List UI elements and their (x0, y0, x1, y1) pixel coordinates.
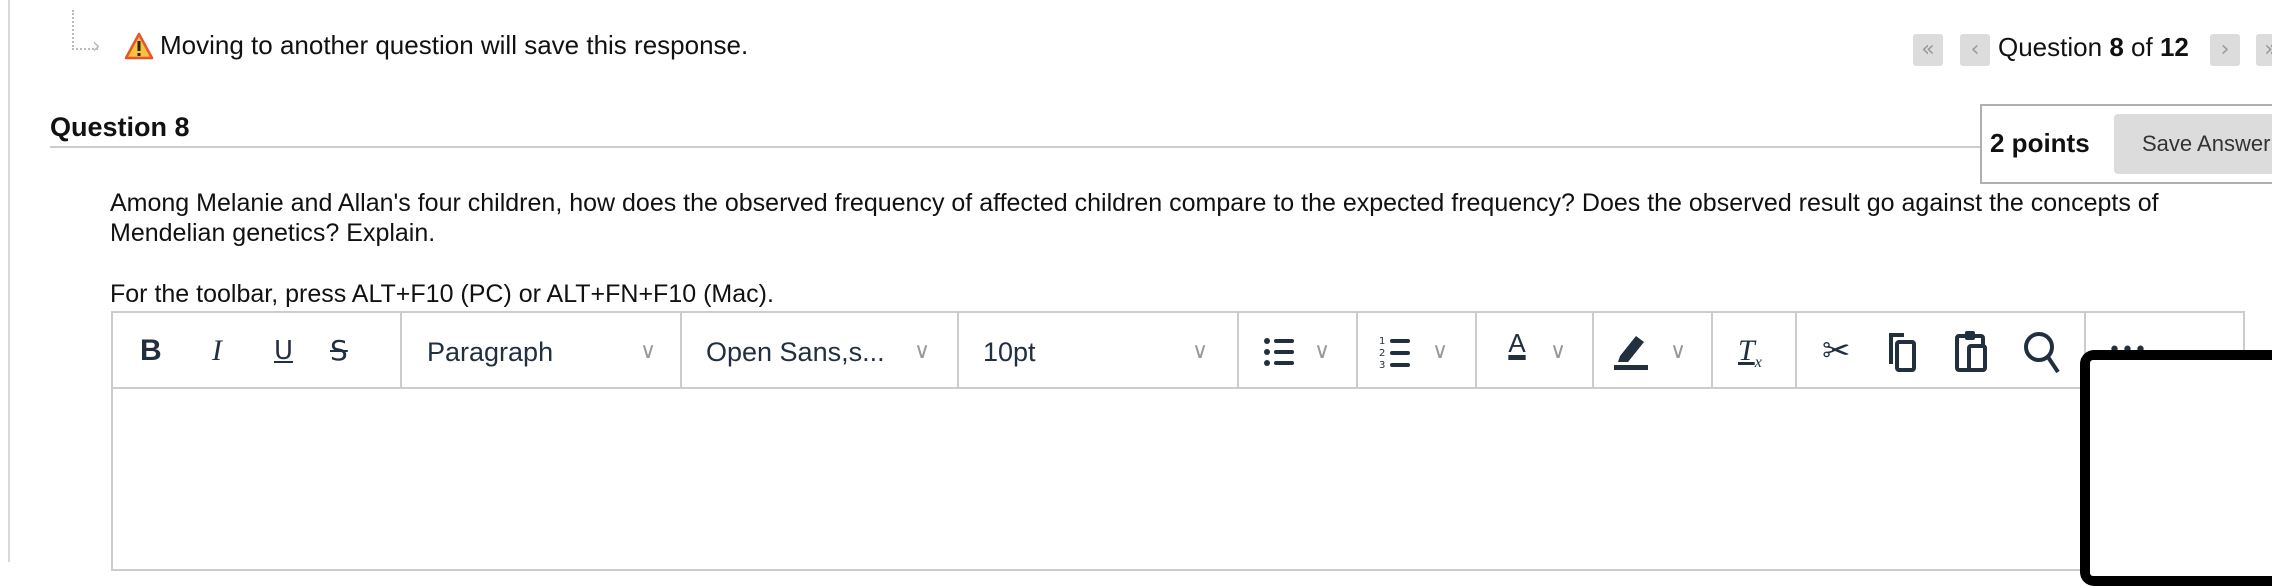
numbered-list-icon[interactable]: 123 (1378, 334, 1414, 370)
connector-arrowhead-icon: › (92, 34, 101, 59)
question-points: 2 points (1990, 128, 2090, 158)
block-format-dropdown[interactable]: Paragraph (427, 332, 553, 372)
svg-text:2: 2 (1379, 348, 1385, 359)
question-counter: Question 8 of 12 (1998, 32, 2189, 63)
toolbar-separator (1711, 313, 1713, 389)
toolbar-separator (1592, 313, 1594, 389)
next-question-button[interactable]: › (2210, 34, 2240, 66)
question-title: Question 8 (50, 112, 190, 142)
warning-icon (124, 32, 154, 60)
underline-button[interactable]: U (274, 326, 293, 376)
screenshot-thumbnail-preview (2090, 360, 2272, 576)
cut-icon[interactable]: ✂ (1822, 326, 1851, 376)
chevron-down-icon[interactable]: ∨ (1314, 332, 1330, 372)
clear-formatting-button[interactable]: Tx (1738, 326, 1762, 388)
chevron-down-icon[interactable]: ∨ (1432, 332, 1448, 372)
title-divider (50, 146, 1982, 148)
screenshot-thumbnail[interactable] (2080, 350, 2272, 586)
paste-icon[interactable] (1955, 328, 1989, 372)
highlighter-icon[interactable] (1612, 330, 1650, 370)
chevron-down-icon[interactable]: ∨ (1550, 332, 1566, 372)
toolbar-separator (680, 313, 682, 389)
text-color-button[interactable]: A (1500, 328, 1534, 359)
toolbar-separator (1356, 313, 1358, 389)
italic-button[interactable]: I (212, 326, 222, 376)
question-text: Among Melanie and Allan's four children,… (110, 189, 2159, 247)
toolbar-separator (400, 313, 402, 389)
font-size-dropdown[interactable]: 10pt (983, 332, 1036, 372)
counter-current: 8 (2109, 32, 2124, 62)
counter-of: of (2131, 32, 2153, 62)
chevron-down-icon[interactable]: ∨ (1670, 332, 1686, 372)
svg-text:1: 1 (1379, 336, 1385, 347)
chevron-down-icon: ∨ (914, 339, 931, 364)
bullet-list-icon[interactable] (1262, 334, 1298, 370)
last-question-button[interactable]: » (2256, 34, 2272, 66)
toolbar-hint: For the toolbar, press ALT+F10 (PC) or A… (110, 280, 774, 308)
save-answer-button[interactable]: Save Answer (2114, 114, 2272, 174)
save-notice: Moving to another question will save thi… (160, 30, 749, 60)
search-icon[interactable] (2022, 330, 2062, 374)
strikethrough-button[interactable]: S (330, 326, 348, 376)
chevron-down-icon: ∨ (1192, 339, 1209, 364)
counter-prefix: Question (1998, 32, 2103, 62)
toolbar-separator (1475, 313, 1477, 389)
first-question-button[interactable]: « (1913, 34, 1943, 66)
counter-total: 12 (2159, 32, 2189, 62)
toolbar-separator (957, 313, 959, 389)
page-left-border (8, 0, 10, 562)
chevron-down-icon: ∨ (640, 339, 657, 364)
copy-icon[interactable] (1888, 332, 1918, 372)
toolbar-separator (1237, 313, 1239, 389)
bold-button[interactable]: B (140, 326, 162, 376)
toolbar-separator (1795, 313, 1797, 389)
previous-question-button[interactable]: ‹ (1960, 34, 1990, 66)
clear-format-glyph: T (1738, 334, 1755, 367)
svg-text:3: 3 (1379, 360, 1385, 370)
font-family-dropdown[interactable]: Open Sans,s... (706, 332, 885, 372)
